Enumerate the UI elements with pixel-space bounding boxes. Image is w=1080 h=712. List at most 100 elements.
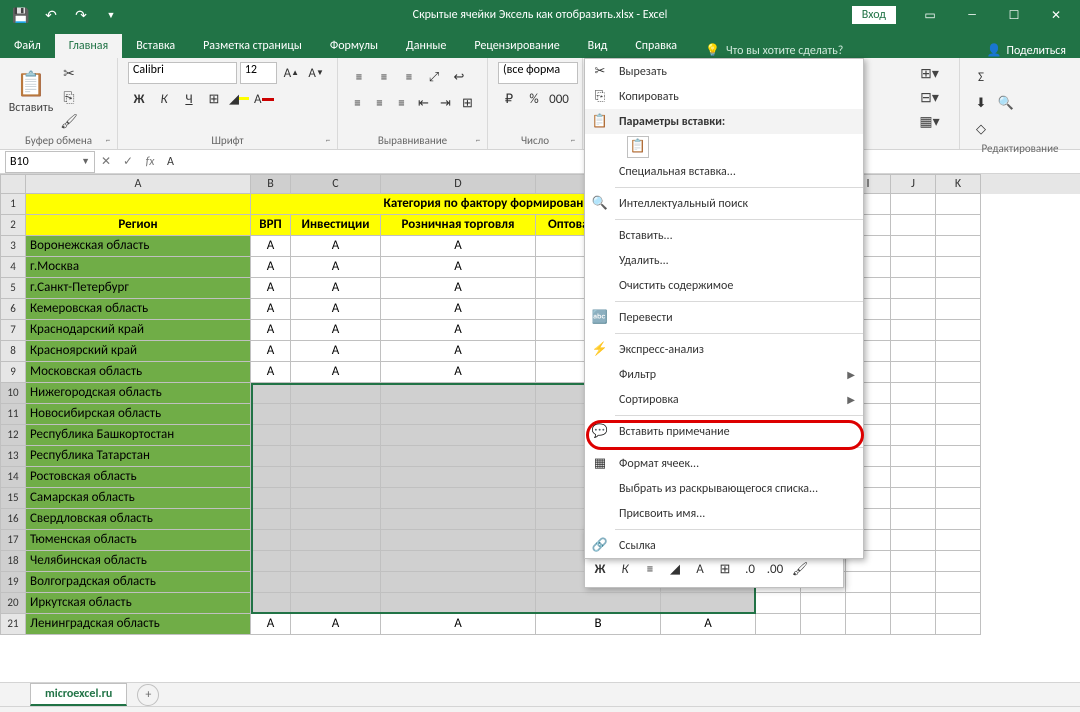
cell-A13[interactable]: Республика Татарстан <box>26 446 251 467</box>
cell-B8[interactable]: A <box>251 341 291 362</box>
cell-C21[interactable]: A <box>291 614 381 635</box>
ctx-cut[interactable]: ✂Вырезать <box>585 59 863 84</box>
ctx-define-name[interactable]: Присвоить имя... <box>585 501 863 526</box>
cell-A18[interactable]: Челябинская область <box>26 551 251 572</box>
cell-K10[interactable] <box>936 383 981 404</box>
cell-C18[interactable] <box>291 551 381 572</box>
cell-H21[interactable] <box>801 614 846 635</box>
cell-K15[interactable] <box>936 488 981 509</box>
enter-formula-icon[interactable]: ✓ <box>117 151 139 173</box>
clear-icon[interactable]: ◇ <box>970 118 992 140</box>
cell-A17[interactable]: Тюменская область <box>26 530 251 551</box>
maximize-icon[interactable]: ☐ <box>994 0 1034 30</box>
orientation-icon[interactable]: ⤢ <box>423 66 445 88</box>
cell-J18[interactable] <box>891 551 936 572</box>
underline-button[interactable]: Ч <box>178 88 200 110</box>
cell-B10[interactable] <box>251 383 291 404</box>
align-top-icon[interactable]: ≡ <box>348 66 370 88</box>
cell-A15[interactable]: Самарская область <box>26 488 251 509</box>
cell-B13[interactable] <box>251 446 291 467</box>
cell-E21[interactable]: B <box>536 614 661 635</box>
cell-C8[interactable]: A <box>291 341 381 362</box>
cell-B20[interactable] <box>251 593 291 614</box>
ctx-translate[interactable]: 🔤Перевести <box>585 305 863 330</box>
row-header-6[interactable]: 6 <box>0 299 26 320</box>
cell-B9[interactable]: A <box>251 362 291 383</box>
redo-icon[interactable]: ↷ <box>68 2 94 28</box>
cell-D19[interactable] <box>381 572 536 593</box>
cell-J10[interactable] <box>891 383 936 404</box>
find-icon[interactable]: 🔍 <box>995 92 1017 114</box>
col-header-K[interactable]: K <box>936 174 981 194</box>
cell-K14[interactable] <box>936 467 981 488</box>
cell-B6[interactable]: A <box>251 299 291 320</box>
cell-D18[interactable] <box>381 551 536 572</box>
cell-J19[interactable] <box>891 572 936 593</box>
cell-J4[interactable] <box>891 257 936 278</box>
cell-B7[interactable]: A <box>251 320 291 341</box>
qat-customize-icon[interactable]: ▼ <box>98 2 124 28</box>
row-header-4[interactable]: 4 <box>0 257 26 278</box>
cell-D9[interactable]: A <box>381 362 536 383</box>
cell-C19[interactable] <box>291 572 381 593</box>
cell-A16[interactable]: Свердловская область <box>26 509 251 530</box>
cell-B11[interactable] <box>251 404 291 425</box>
cell-B21[interactable]: A <box>251 614 291 635</box>
mini-bold-button[interactable]: Ж <box>589 558 611 580</box>
cell-J20[interactable] <box>891 593 936 614</box>
cell-B12[interactable] <box>251 425 291 446</box>
cut-icon[interactable]: ✂ <box>58 62 80 84</box>
share-button[interactable]: 👤 Поделиться <box>987 43 1066 58</box>
cell-D16[interactable] <box>381 509 536 530</box>
align-dialog-launcher[interactable]: ⌐ <box>471 133 485 147</box>
cell-B4[interactable]: A <box>251 257 291 278</box>
cell-H20[interactable] <box>801 593 846 614</box>
row-header-2[interactable]: 2 <box>0 215 26 236</box>
mini-format-painter-icon[interactable]: 🖌 <box>789 558 811 580</box>
cell-K8[interactable] <box>936 341 981 362</box>
cell-J11[interactable] <box>891 404 936 425</box>
row-header-1[interactable]: 1 <box>0 194 26 215</box>
row-header-18[interactable]: 18 <box>0 551 26 572</box>
align-right-icon[interactable]: ≡ <box>392 92 411 114</box>
copy-icon[interactable]: ⎘ <box>58 86 80 108</box>
ctx-insert[interactable]: Вставить... <box>585 223 863 248</box>
row-header-9[interactable]: 9 <box>0 362 26 383</box>
ctx-paste-special[interactable]: Специальная вставка... <box>585 159 863 184</box>
cell-K3[interactable] <box>936 236 981 257</box>
cell-I19[interactable] <box>846 572 891 593</box>
cell-J3[interactable] <box>891 236 936 257</box>
cell-K11[interactable] <box>936 404 981 425</box>
cell-I20[interactable] <box>846 593 891 614</box>
undo-icon[interactable]: ↶ <box>38 2 64 28</box>
cell-A19[interactable]: Волгоградская область <box>26 572 251 593</box>
mini-decimal-inc-icon[interactable]: .0 <box>739 558 761 580</box>
format-painter-icon[interactable]: 🖌 <box>58 110 80 132</box>
number-format-select[interactable]: (все форма <box>498 62 578 84</box>
row-header-14[interactable]: 14 <box>0 467 26 488</box>
cell-C7[interactable]: A <box>291 320 381 341</box>
wrap-text-icon[interactable]: ↩ <box>448 66 470 88</box>
row-header-11[interactable]: 11 <box>0 404 26 425</box>
row-header-21[interactable]: 21 <box>0 614 26 635</box>
col-header-D[interactable]: D <box>381 174 536 194</box>
bold-button[interactable]: Ж <box>128 88 150 110</box>
cell-K9[interactable] <box>936 362 981 383</box>
cell-A4[interactable]: г.Москва <box>26 257 251 278</box>
cell-K4[interactable] <box>936 257 981 278</box>
col-header-J[interactable]: J <box>891 174 936 194</box>
row-header-7[interactable]: 7 <box>0 320 26 341</box>
cell-J7[interactable] <box>891 320 936 341</box>
merge-icon[interactable]: ⊞ <box>458 92 477 114</box>
worksheet-grid[interactable]: ABCDEFGHIJK 1Категория по фактору формир… <box>0 174 1080 682</box>
cell-C14[interactable] <box>291 467 381 488</box>
cell-header-2[interactable]: Инвестиции <box>291 215 381 236</box>
insert-cells-icon[interactable]: ⊞▾ <box>919 62 941 84</box>
tab-formulas[interactable]: Формулы <box>316 34 392 58</box>
cell-A5[interactable]: г.Санкт-Петербург <box>26 278 251 299</box>
cell-E20[interactable] <box>536 593 661 614</box>
row-header-3[interactable]: 3 <box>0 236 26 257</box>
ctx-delete[interactable]: Удалить... <box>585 248 863 273</box>
font-color-button[interactable]: A <box>253 88 275 110</box>
row-header-10[interactable]: 10 <box>0 383 26 404</box>
